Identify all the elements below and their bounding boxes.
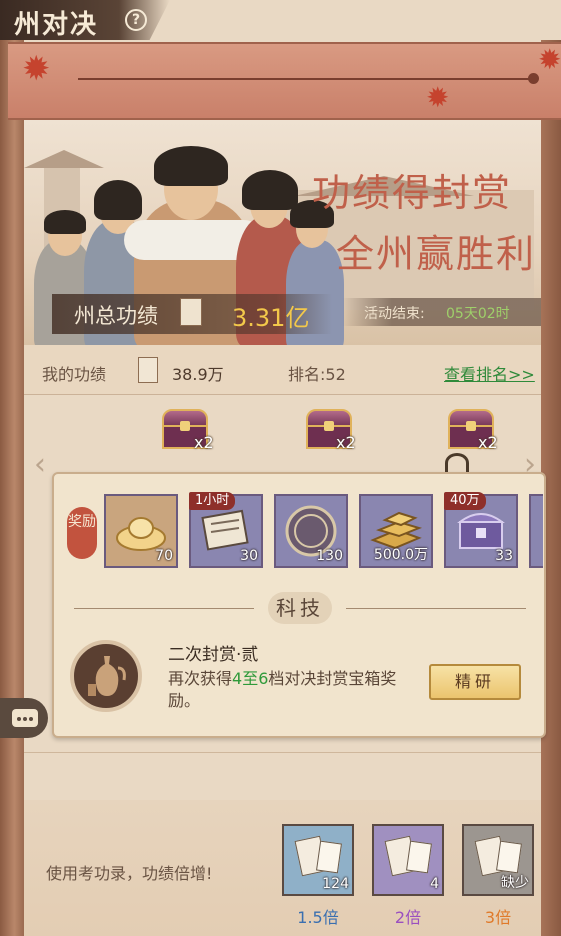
- reward-item-gold-ingot[interactable]: 70: [104, 494, 178, 568]
- chat-dot: [29, 717, 33, 721]
- total-merit-value: 3.31亿: [232, 304, 310, 332]
- maple-leaf-icon: ✹: [22, 49, 51, 89]
- character-hair: [242, 170, 298, 210]
- record-page-icon: [406, 840, 432, 874]
- merit-book-icon: [180, 298, 202, 326]
- section-separator: [24, 752, 541, 753]
- merit-record-item[interactable]: 缺少: [462, 824, 534, 896]
- divider-line: [346, 608, 526, 609]
- hero-headline-2: 全州赢胜利: [336, 232, 537, 276]
- item-badge: 40万: [444, 492, 486, 510]
- help-icon[interactable]: ?: [125, 9, 147, 31]
- merit-boost-panel: 使用考功录，功绩倍增! 124 1.5倍 4 2倍 缺少 3倍: [24, 800, 541, 936]
- banner-line: [78, 78, 538, 80]
- chat-dot: [17, 717, 21, 721]
- wine-jug-icon: [88, 656, 126, 696]
- reward-popup: 奖励 70 1小时 30 130 500.0万 40万 33 科技 二次封赏·贰…: [52, 472, 546, 738]
- chest-lock: [324, 421, 334, 431]
- tech-desc-highlight: 至: [242, 669, 259, 688]
- top-bar: 州对决 ?: [0, 0, 561, 40]
- multiplier-label: 2倍: [394, 908, 422, 927]
- tech-description: 再次获得4至6档对决封赏宝箱奖励。: [168, 668, 428, 712]
- view-rank-link[interactable]: 查看排名>>: [444, 361, 535, 385]
- tech-desc-highlight: 4: [232, 669, 243, 688]
- reward-item-duel-coin[interactable]: 130: [274, 494, 348, 568]
- item-count: 500.0万: [373, 547, 428, 563]
- stats-row: 我的功绩 38.9万 排名:52 查看排名>>: [24, 345, 541, 395]
- reward-item-gold-bars[interactable]: 500.0万: [359, 494, 433, 568]
- chest-count: x2: [336, 433, 356, 452]
- my-merit-value: 38.9万: [172, 365, 224, 384]
- event-end-label: 活动结束:: [364, 306, 425, 322]
- rank-label: 排名:52: [288, 365, 346, 384]
- divider-line: [74, 608, 254, 609]
- chest-count: x2: [194, 433, 214, 452]
- reward-item-scroll[interactable]: 1小时 30: [189, 492, 263, 568]
- item-count: 30: [240, 548, 258, 564]
- tech-icon: [70, 640, 142, 712]
- frame-left: [0, 40, 24, 936]
- merit-record-item[interactable]: 4: [372, 824, 444, 896]
- reward-item-partial[interactable]: [529, 494, 543, 568]
- item-count: 缺少: [501, 875, 529, 891]
- item-count: 130: [316, 548, 343, 564]
- page-title: 州对决: [14, 10, 99, 40]
- character-hair: [154, 146, 228, 186]
- my-merit-label: 我的功绩: [42, 365, 107, 384]
- chat-dot: [23, 717, 27, 721]
- total-merit-label: 州总功绩: [74, 304, 158, 328]
- character-hair: [94, 180, 142, 220]
- multiplier-label: 3倍: [484, 908, 512, 927]
- item-badge: 1小时: [189, 492, 236, 510]
- chest-row: ‹ x2 x2 x2 ›: [24, 395, 541, 482]
- event-timer-bar: 活动结束: 05天02时: [342, 298, 541, 326]
- maple-leaf-icon: ✹: [538, 43, 561, 76]
- item-count: 70: [155, 548, 173, 564]
- chest-count: x2: [478, 433, 498, 452]
- chevron-left-icon[interactable]: ‹: [34, 447, 46, 482]
- section-title-tech: 科技: [268, 592, 332, 624]
- item-count: 33: [495, 548, 513, 564]
- chat-button[interactable]: [0, 698, 48, 738]
- reward-tag: 奖励: [67, 507, 97, 559]
- research-button[interactable]: 精研: [429, 664, 521, 700]
- record-page-icon: [496, 840, 522, 874]
- total-merit-bar: 州总功绩 3.31亿: [52, 294, 332, 334]
- record-page-icon: [316, 840, 342, 874]
- pagoda-roof: [24, 150, 104, 168]
- chest-lock: [466, 421, 476, 431]
- tech-desc-highlight: 6: [258, 669, 269, 688]
- tech-desc-prefix: 再次获得: [168, 669, 233, 688]
- reward-item-purple-chest[interactable]: 40万 33: [444, 492, 518, 568]
- item-count: 4: [430, 876, 439, 892]
- hero-headline-1: 功绩得封赏: [312, 171, 513, 215]
- banner-strip: ✹ ✹ ✹: [8, 42, 561, 120]
- merit-boost-text: 使用考功录，功绩倍增!: [46, 864, 213, 883]
- chest-lock: [180, 421, 190, 431]
- hero-banner: 功绩得封赏 全州赢胜利 州总功绩 3.31亿 活动结束: 05天02时: [24, 120, 541, 345]
- character-hair: [44, 210, 86, 234]
- multiplier-label: 1.5倍: [297, 908, 339, 927]
- tech-name: 二次封赏·贰: [168, 645, 259, 665]
- maple-leaf-icon: ✹: [426, 81, 450, 114]
- item-count: 124: [322, 876, 349, 892]
- selection-pointer: [445, 453, 469, 473]
- merit-book-icon: [138, 357, 158, 383]
- event-end-value: 05天02时: [446, 306, 510, 322]
- merit-record-item[interactable]: 124: [282, 824, 354, 896]
